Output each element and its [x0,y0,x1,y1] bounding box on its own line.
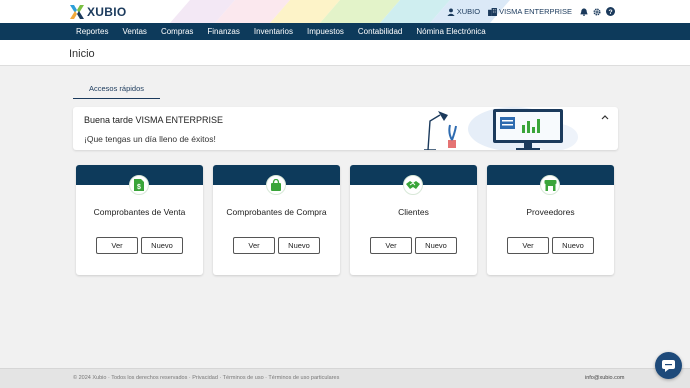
chat-button[interactable] [655,352,682,379]
nav-nomina-electronica[interactable]: Nómina Electrónica [416,27,485,36]
card-title: Proveedores [526,207,575,217]
nuevo-button[interactable]: Nuevo [552,237,594,254]
card-icon-wrap [540,175,560,195]
nuevo-button[interactable]: Nuevo [141,237,183,254]
nav-ventas[interactable]: Ventas [122,27,146,36]
chevron-up-icon[interactable] [601,114,609,120]
card-icon-wrap [266,175,286,195]
company-menu[interactable]: VISMA ENTERPRISE [488,7,572,16]
building-icon [488,7,498,16]
footer-links[interactable]: © 2024 Xubio · Todos los derechos reserv… [73,375,339,381]
card-title: Comprobantes de Compra [226,207,327,217]
greeting-title: Buena tarde VISMA ENTERPRISE [84,115,224,125]
nav-impuestos[interactable]: Impuestos [307,27,344,36]
xubio-logo-icon [70,5,84,19]
card-proveedores: Proveedores Ver Nuevo [487,165,614,275]
user-icon [447,7,455,16]
card-title: Comprobantes de Venta [93,207,186,217]
card-comprobantes-compra: Comprobantes de Compra Ver Nuevo [213,165,340,275]
help-icon[interactable]: ? [606,7,615,16]
nav-finanzas[interactable]: Finanzas [207,27,239,36]
nuevo-button[interactable]: Nuevo [415,237,457,254]
card-comprobantes-venta: $ Comprobantes de Venta Ver Nuevo [76,165,203,275]
card-clientes: Clientes Ver Nuevo [350,165,477,275]
tab-accesos-rapidos[interactable]: Accesos rápidos [73,84,160,99]
top-header: XUBIO XUBIO VISMA ENTERPRISE ? [0,0,690,23]
footer-email[interactable]: info@xubio.com [585,375,625,381]
user-menu[interactable]: XUBIO [447,7,480,16]
ver-button[interactable]: Ver [370,237,412,254]
logo-text: XUBIO [87,5,127,19]
store-icon [544,179,556,191]
svg-text:?: ? [608,9,612,16]
card-icon-wrap: $ [129,175,149,195]
bell-icon[interactable] [580,7,588,16]
footer: © 2024 Xubio · Todos los derechos reserv… [0,368,690,388]
greeting-subtitle: ¡Que tengas un día lleno de éxitos! [84,134,216,144]
company-label: VISMA ENTERPRISE [499,7,572,16]
gear-icon[interactable] [593,7,601,16]
card-title: Clientes [398,207,429,217]
svg-text:$: $ [137,184,141,191]
desk-illustration [424,107,578,150]
nuevo-button[interactable]: Nuevo [278,237,320,254]
nav-inventarios[interactable]: Inventarios [254,27,293,36]
nav-compras[interactable]: Compras [161,27,193,36]
greeting-card: Buena tarde VISMA ENTERPRISE ¡Que tengas… [73,107,618,150]
chat-icon [662,359,675,372]
handshake-icon [406,181,420,189]
nav-reportes[interactable]: Reportes [76,27,108,36]
invoice-dollar-icon: $ [134,179,144,191]
xubio-logo[interactable]: XUBIO [69,4,127,20]
ver-button[interactable]: Ver [507,237,549,254]
page-title: Inicio [69,48,95,60]
main-nav: Reportes Ventas Compras Finanzas Inventa… [0,23,690,40]
ver-button[interactable]: Ver [96,237,138,254]
shopping-bag-icon [271,179,281,191]
user-label: XUBIO [456,7,481,16]
ver-button[interactable]: Ver [233,237,275,254]
nav-contabilidad[interactable]: Contabilidad [358,27,402,36]
card-icon-wrap [403,175,423,195]
title-bar: Inicio [0,40,690,66]
